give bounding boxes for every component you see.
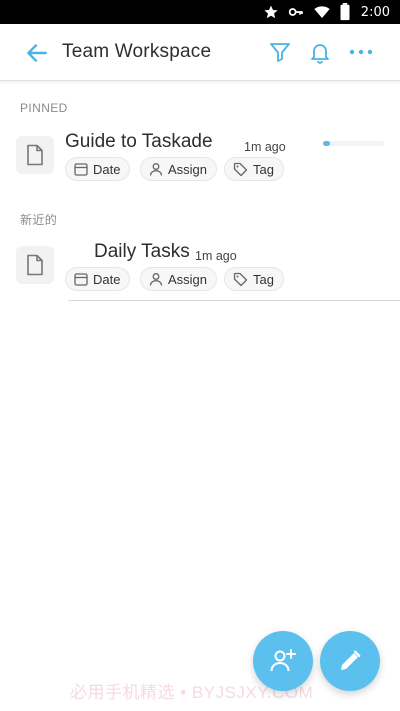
section-label-recent: 新近的 (20, 213, 58, 227)
wifi-icon (314, 6, 330, 18)
person-icon (149, 273, 163, 286)
star-icon (264, 5, 278, 19)
document-icon (27, 254, 43, 276)
chip-label: Assign (168, 271, 208, 287)
add-person-icon (270, 649, 296, 672)
chip-label: Tag (253, 161, 274, 177)
assign-chip[interactable]: Assign (140, 157, 218, 181)
app-bar: Team Workspace (0, 24, 400, 81)
filter-icon[interactable] (268, 40, 292, 64)
chip-label: Date (93, 161, 121, 177)
chip-label: Date (93, 271, 121, 287)
invite-member-button[interactable] (253, 631, 313, 691)
key-icon (288, 8, 303, 16)
pencil-icon (341, 650, 361, 670)
more-icon[interactable] (348, 40, 374, 64)
chip-label: Assign (168, 161, 208, 177)
section-label-pinned: PINNED (20, 101, 68, 115)
task-doc-tile (16, 246, 54, 284)
calendar-icon (74, 273, 88, 286)
bell-icon[interactable] (308, 40, 332, 64)
tag-icon (233, 162, 248, 176)
chip-label: Tag (253, 271, 274, 287)
document-icon (27, 144, 43, 166)
task-time: 1m ago (195, 249, 237, 263)
date-chip[interactable]: Date (65, 157, 131, 181)
status-bar: 2:00 (0, 0, 400, 24)
date-chip[interactable]: Date (65, 267, 131, 291)
page-title: Team Workspace (62, 41, 212, 62)
task-progress-fill (323, 141, 331, 146)
task-time: 1m ago (244, 140, 286, 154)
task-doc-tile (16, 136, 54, 174)
task-title[interactable]: Guide to Taskade (65, 131, 213, 153)
back-arrow-icon[interactable] (24, 40, 50, 66)
task-title[interactable]: Daily Tasks (94, 241, 190, 263)
battery-icon (340, 3, 350, 21)
task-progress-bar (323, 141, 384, 146)
assign-chip[interactable]: Assign (140, 267, 218, 291)
calendar-icon (74, 163, 88, 176)
tag-chip[interactable]: Tag (224, 267, 284, 291)
tag-chip[interactable]: Tag (224, 157, 284, 181)
new-task-button[interactable] (320, 631, 380, 691)
tag-icon (233, 272, 248, 286)
status-time: 2:00 (360, 4, 390, 20)
list-divider (68, 300, 400, 301)
person-icon (149, 163, 163, 176)
